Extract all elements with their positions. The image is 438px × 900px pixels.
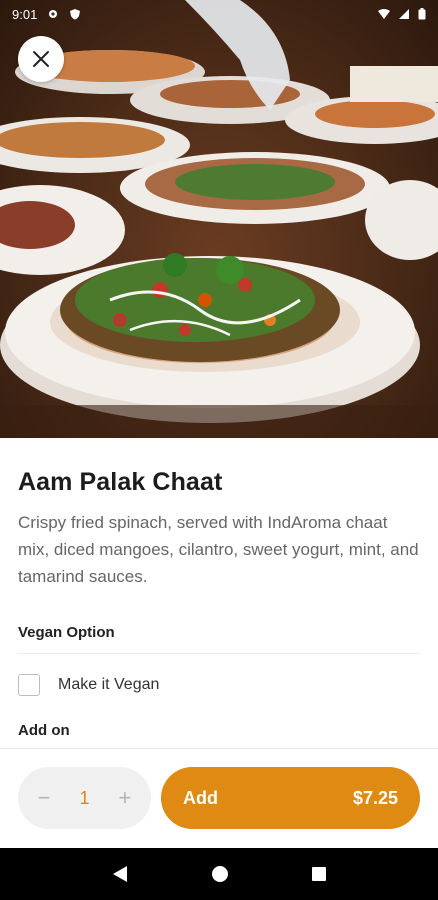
vegan-option-heading: Vegan Option <box>18 624 420 654</box>
status-time: 9:01 <box>12 6 38 22</box>
quantity-stepper: − 1 + <box>18 767 151 829</box>
status-bar: 9:01 <box>0 0 438 28</box>
close-icon <box>33 51 49 67</box>
add-button-price: $7.25 <box>352 787 398 808</box>
add-to-cart-button[interactable]: Add $7.25 <box>161 767 420 829</box>
nav-back-icon[interactable] <box>111 864 129 884</box>
add-on-heading: Add on <box>18 722 70 739</box>
increment-button[interactable]: + <box>115 785 135 810</box>
nav-recents-icon[interactable] <box>311 866 327 882</box>
item-title: Aam Palak Chaat <box>18 468 223 496</box>
add-button-label: Add <box>183 787 218 808</box>
decrement-button[interactable]: − <box>34 785 54 810</box>
item-description: Crispy fried spinach, served with IndAro… <box>18 513 419 586</box>
shield-icon <box>70 9 81 20</box>
signal-icon <box>399 9 409 19</box>
make-it-vegan-checkbox[interactable] <box>18 674 40 696</box>
make-it-vegan-label: Make it Vegan <box>58 676 160 693</box>
nav-home-icon[interactable] <box>211 865 229 883</box>
order-bar: − 1 + Add $7.25 <box>0 748 438 848</box>
settings-icon <box>49 10 58 18</box>
dish-photo-illustration <box>0 0 438 438</box>
battery-icon <box>418 8 426 20</box>
dish-photo <box>0 0 438 438</box>
make-it-vegan-option[interactable]: Make it Vegan <box>18 654 420 716</box>
close-button[interactable] <box>18 36 64 82</box>
wifi-icon <box>378 9 390 19</box>
system-nav-bar <box>0 848 438 900</box>
quantity-value: 1 <box>79 787 90 808</box>
item-details: Aam Palak Chaat Crispy fried spinach, se… <box>0 438 438 748</box>
